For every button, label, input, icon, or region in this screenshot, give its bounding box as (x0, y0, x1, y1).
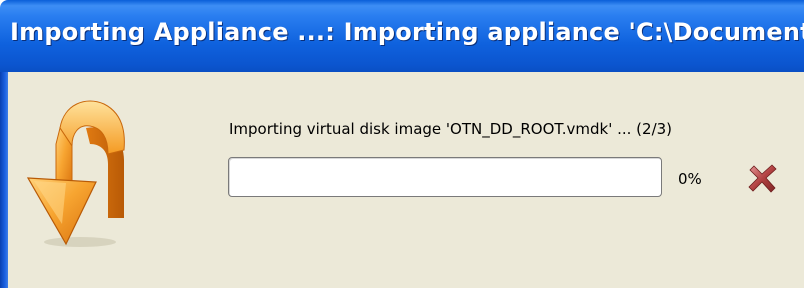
progress-percent: 0% (678, 170, 702, 188)
import-progress-bar (228, 157, 662, 197)
window-left-border (0, 72, 8, 288)
cancel-x-icon (748, 164, 777, 193)
progress-status-text: Importing virtual disk image 'OTN_DD_ROO… (229, 120, 673, 138)
import-arrow-icon (20, 84, 140, 250)
title-bar[interactable]: Importing Appliance ...: Importing appli… (0, 0, 804, 72)
import-appliance-window: Importing Appliance ...: Importing appli… (0, 0, 804, 288)
window-title: Importing Appliance ...: Importing appli… (10, 18, 804, 46)
cancel-button[interactable] (745, 162, 781, 194)
